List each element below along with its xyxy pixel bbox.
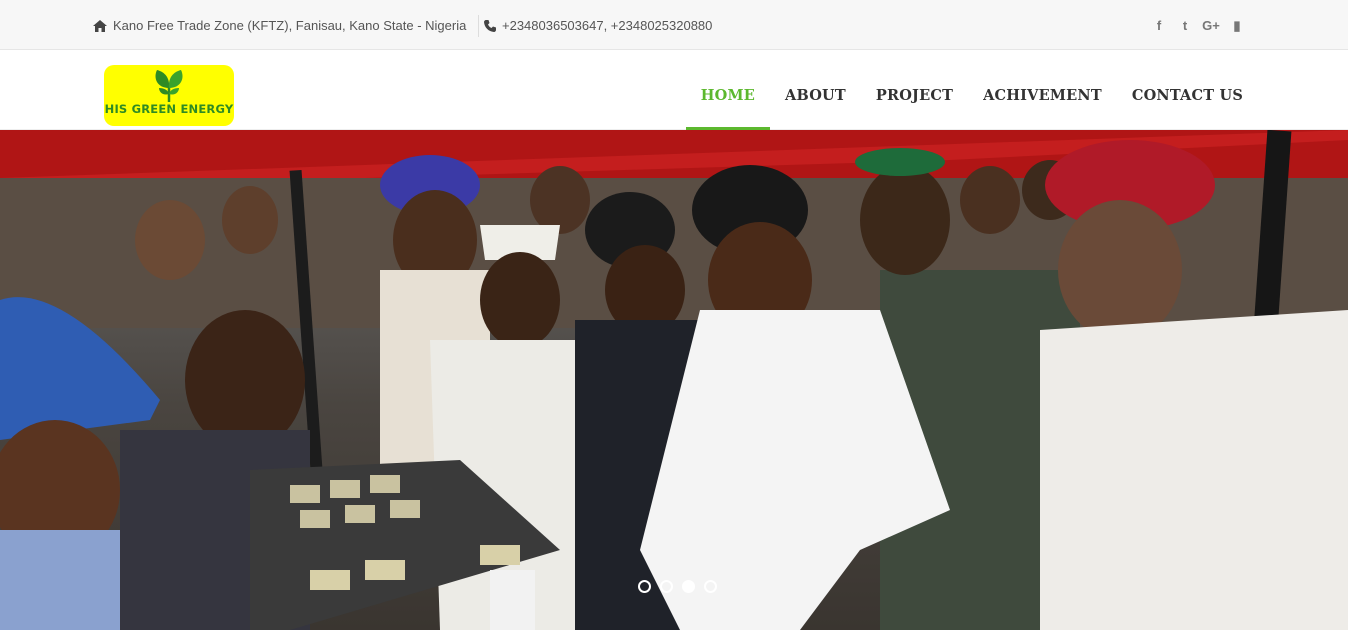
nav-about[interactable]: ABOUT: [770, 50, 861, 130]
google-plus-icon[interactable]: G+: [1198, 17, 1224, 35]
hero-photo: [0, 130, 1348, 630]
social-links: f t G+ ▮: [1146, 17, 1250, 35]
twitter-icon[interactable]: t: [1172, 17, 1198, 35]
phone: +2348036503647, +2348025320880: [484, 18, 712, 33]
slide-dot-4[interactable]: [704, 580, 717, 593]
slide-dot-2[interactable]: [660, 580, 673, 593]
site-header: HIS GREEN ENERGY HOME ABOUT PROJECT ACHI…: [0, 50, 1348, 130]
phone-text: +2348036503647, +2348025320880: [502, 18, 713, 33]
nav-achivement[interactable]: ACHIVEMENT: [968, 50, 1117, 130]
nav-project[interactable]: PROJECT: [861, 50, 968, 130]
hero-slider[interactable]: [0, 130, 1348, 630]
leaf-icon: [155, 70, 183, 102]
nav-contact-us[interactable]: CONTACT US: [1117, 50, 1258, 130]
home-icon: [93, 19, 107, 32]
address: Kano Free Trade Zone (KFTZ), Fanisau, Ka…: [93, 18, 466, 33]
phone-icon: [484, 19, 496, 32]
logo-text: HIS GREEN ENERGY: [104, 102, 234, 116]
divider: [478, 15, 479, 37]
site-logo[interactable]: HIS GREEN ENERGY: [104, 65, 234, 126]
slide-dot-3[interactable]: [682, 580, 695, 593]
slide-dot-1[interactable]: [638, 580, 651, 593]
main-nav: HOME ABOUT PROJECT ACHIVEMENT CONTACT US: [685, 50, 1258, 130]
facebook-icon[interactable]: f: [1146, 17, 1172, 35]
slider-pagination: [638, 580, 717, 593]
youtube-icon[interactable]: ▮: [1224, 17, 1250, 35]
address-text: Kano Free Trade Zone (KFTZ), Fanisau, Ka…: [113, 18, 467, 33]
top-info-bar: Kano Free Trade Zone (KFTZ), Fanisau, Ka…: [0, 0, 1348, 50]
nav-home[interactable]: HOME: [685, 50, 771, 130]
